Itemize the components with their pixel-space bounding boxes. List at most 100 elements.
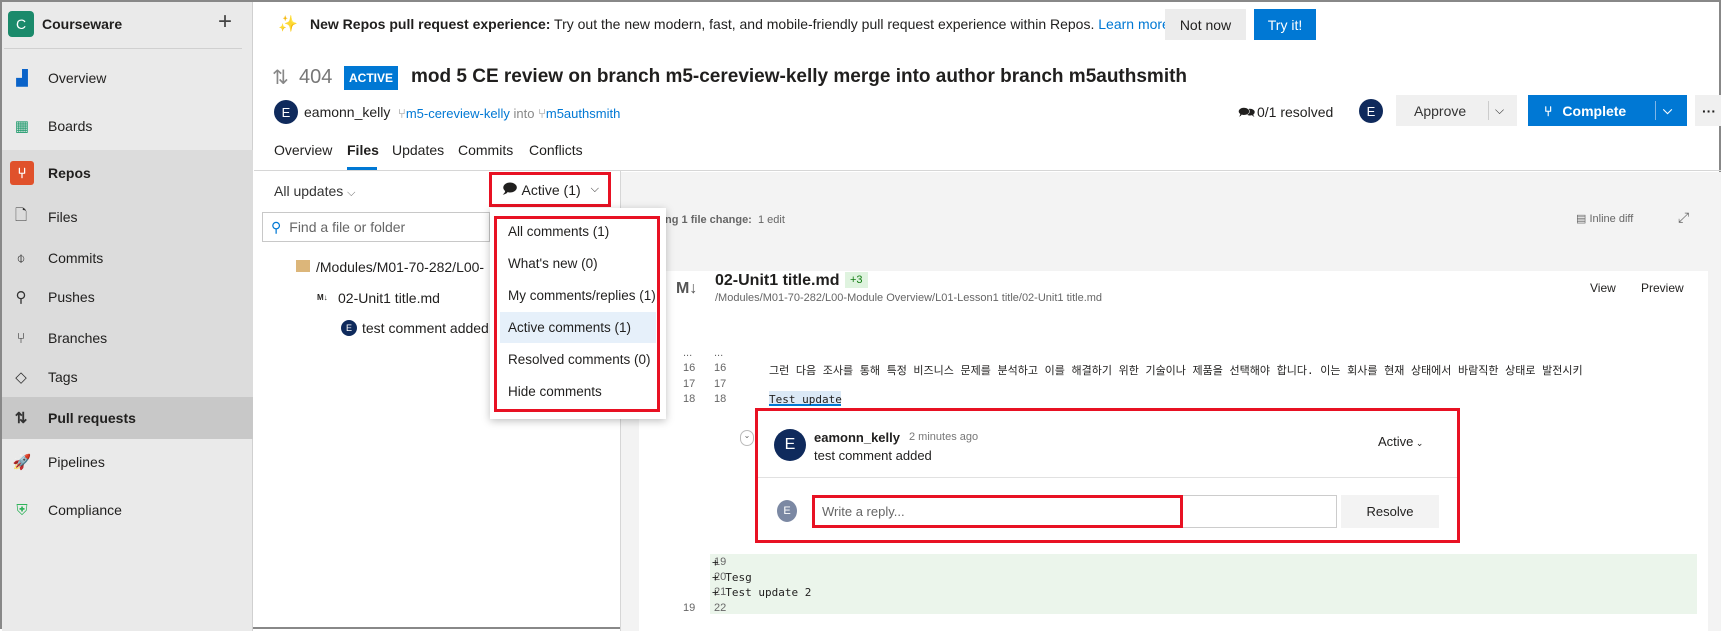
comments-icon: 🗪 [1238, 104, 1256, 120]
comment-thread: E eamonn_kelly 2 minutes ago test commen… [755, 408, 1460, 543]
view-button[interactable]: View [1590, 281, 1616, 295]
push-icon: ⚲ [15, 289, 27, 306]
reply-input[interactable]: Write a reply... [812, 495, 1183, 528]
comment-text: test comment added [814, 448, 932, 463]
chevron-down-icon[interactable]: ⌵ [1495, 103, 1504, 118]
reply-avatar: E [777, 500, 797, 522]
source-branch-link[interactable]: m5-cereview-kelly [406, 106, 510, 121]
sidebar: C Courseware + ▟ Overview ▦ Boards ⑂ Repos … [2, 2, 253, 631]
comment-author[interactable]: eamonn_kelly [814, 430, 900, 445]
line-number: 17 [714, 378, 727, 390]
code-line-text: 그런 다음 조사를 통해 특정 비즈니스 문제를 분석하고 이를 해결하기 위한… [769, 364, 1583, 377]
sidebar-item-commits[interactable]: ⌽ Commits [2, 238, 253, 278]
code-line-text: + Tesg [712, 571, 752, 584]
inline-diff-icon: ▤ [1576, 213, 1587, 225]
inline-diff-toggle[interactable]: ▤ Inline diff [1576, 212, 1633, 225]
menu-item-all-comments[interactable]: All comments (1) [500, 216, 656, 247]
menu-item-active-comments[interactable]: Active comments (1) [500, 312, 656, 343]
sidebar-item-label: Overview [48, 70, 107, 86]
collapse-thread-icon[interactable]: ⌄ [740, 430, 754, 446]
resolved-count: 0/1 resolved [1257, 104, 1334, 120]
sidebar-item-label: Boards [48, 118, 93, 134]
chevron-down-icon[interactable]: ⌵ [1663, 103, 1672, 118]
sidebar-item-label: Pull requests [48, 410, 136, 426]
sidebar-item-repos[interactable]: ⑂ Repos [2, 153, 253, 193]
sidebar-item-pushes[interactable]: ⚲ Pushes [2, 277, 253, 317]
target-branch-link[interactable]: m5authsmith [546, 106, 620, 121]
diff-file-name: 02-Unit1 title.md [715, 272, 840, 289]
sidebar-item-pull-requests[interactable]: ⇅ Pull requests [2, 398, 253, 438]
updates-dropdown[interactable]: All updates ⌵ [274, 183, 356, 200]
comment-item[interactable]: test comment added [362, 320, 489, 336]
org-name[interactable]: Courseware [42, 16, 122, 32]
file-code-icon: 🗋 [14, 206, 28, 224]
line-number: 17 [683, 378, 696, 390]
complete-button[interactable]: ⑂ Complete ⌵ [1528, 95, 1687, 126]
search-icon: ⚲ [271, 218, 282, 235]
banner-message: New Repos pull request experience: Try o… [310, 16, 1170, 32]
line-number: 18 [714, 393, 727, 405]
sidebar-item-files[interactable]: 🗋 Files [2, 197, 253, 237]
author-name[interactable]: eamonn_kelly [304, 104, 390, 120]
menu-item-my-comments[interactable]: My comments/replies (1) [500, 280, 656, 311]
sidebar-item-branches[interactable]: ⑂ Branches [2, 318, 253, 358]
added-lines-block [710, 554, 1697, 614]
folder-item[interactable]: /Modules/M01-70-282/L00- [316, 259, 484, 275]
sidebar-item-boards[interactable]: ▦ Boards [2, 106, 253, 146]
org-avatar: C [8, 11, 34, 37]
divider [758, 477, 1457, 478]
line-number: 19 [683, 602, 696, 614]
approve-button[interactable]: Approve ⌵ [1396, 95, 1517, 126]
branch-icon: ⑂ [398, 106, 406, 121]
line-number: 16 [683, 362, 696, 374]
pipelines-icon: 🚀 [12, 454, 32, 471]
sidebar-item-pipelines[interactable]: 🚀 Pipelines [2, 442, 253, 482]
sidebar-item-label: Compliance [48, 502, 122, 518]
sidebar-item-label: Pushes [48, 289, 95, 305]
merge-icon: ⑂ [1544, 102, 1553, 119]
markdown-icon: M↓ [676, 280, 698, 297]
not-now-button[interactable]: Not now [1165, 9, 1246, 40]
code-line-text: Test update [769, 393, 842, 406]
compliance-icon: ⛨ [16, 501, 28, 519]
tab-files[interactable]: Files [347, 142, 379, 158]
try-it-button[interactable]: Try it! [1254, 9, 1316, 40]
sidebar-item-label: Commits [48, 250, 104, 266]
thread-status-dropdown[interactable]: Active ⌄ [1378, 434, 1423, 449]
chevron-down-icon: ⌄ [1413, 438, 1424, 448]
resolve-button[interactable]: Resolve [1341, 495, 1439, 528]
chevron-down-icon: ⌵ [347, 187, 356, 199]
status-badge: ACTIVE [344, 66, 398, 90]
tab-commits[interactable]: Commits [458, 142, 513, 158]
avatar: E [774, 429, 806, 461]
avatar: E [274, 100, 298, 124]
sidebar-item-tags[interactable]: ◇ Tags [2, 357, 253, 397]
tab-updates[interactable]: Updates [392, 142, 444, 158]
sidebar-item-compliance[interactable]: ⛨ Compliance [2, 490, 253, 530]
learn-more-link[interactable]: Learn more [1098, 16, 1170, 32]
file-item[interactable]: 02-Unit1 title.md [338, 290, 440, 306]
comment-filter-dropdown[interactable]: 🗩 Active (1) ⌵ [489, 172, 611, 207]
more-actions-button[interactable]: ··· [1695, 95, 1721, 126]
comment-icon: 🗩 [502, 179, 518, 196]
sidebar-item-overview[interactable]: ▟ Overview [2, 58, 253, 98]
menu-item-resolved-comments[interactable]: Resolved comments (0) [500, 344, 656, 375]
sidebar-item-label: Repos [48, 165, 91, 181]
add-icon[interactable]: + [218, 8, 232, 36]
menu-item-hide-comments[interactable]: Hide comments [500, 376, 656, 407]
commit-icon: ⌽ [16, 249, 26, 267]
tab-conflicts[interactable]: Conflicts [529, 142, 583, 158]
menu-item-whats-new[interactable]: What's new (0) [500, 248, 656, 279]
file-search-input[interactable]: ⚲ Find a file or folder [262, 212, 490, 242]
preview-button[interactable]: Preview [1641, 281, 1684, 295]
tab-overview[interactable]: Overview [274, 142, 332, 158]
diff-file-path: /Modules/M01-70-282/L00-Module Overview/… [715, 292, 1103, 304]
expand-icon[interactable]: ⤢ [1678, 209, 1689, 226]
pr-id: 404 [299, 66, 333, 88]
divider [4, 48, 242, 49]
repos-icon: ⑂ [10, 161, 34, 185]
overview-icon: ▟ [16, 70, 28, 87]
sidebar-item-label: Files [48, 209, 78, 225]
line-number: 18 [683, 393, 696, 405]
tag-icon: ◇ [15, 369, 27, 386]
